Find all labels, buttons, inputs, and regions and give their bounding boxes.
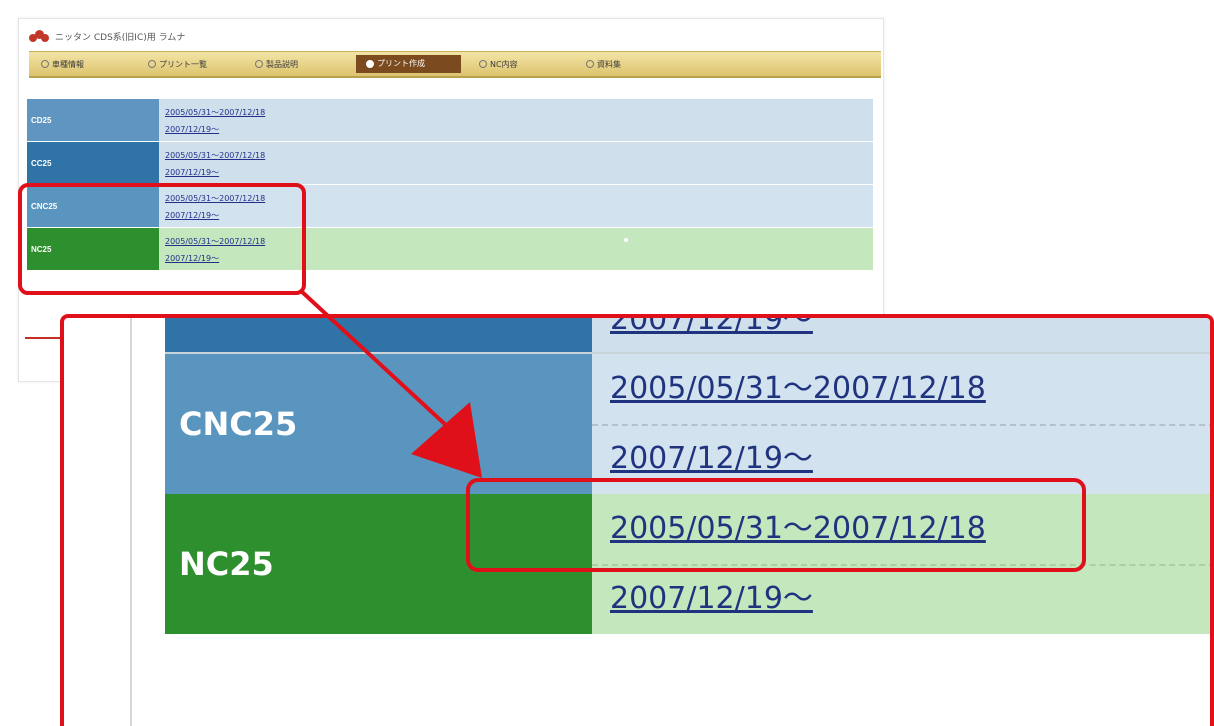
callout-arrow-icon	[298, 288, 482, 478]
